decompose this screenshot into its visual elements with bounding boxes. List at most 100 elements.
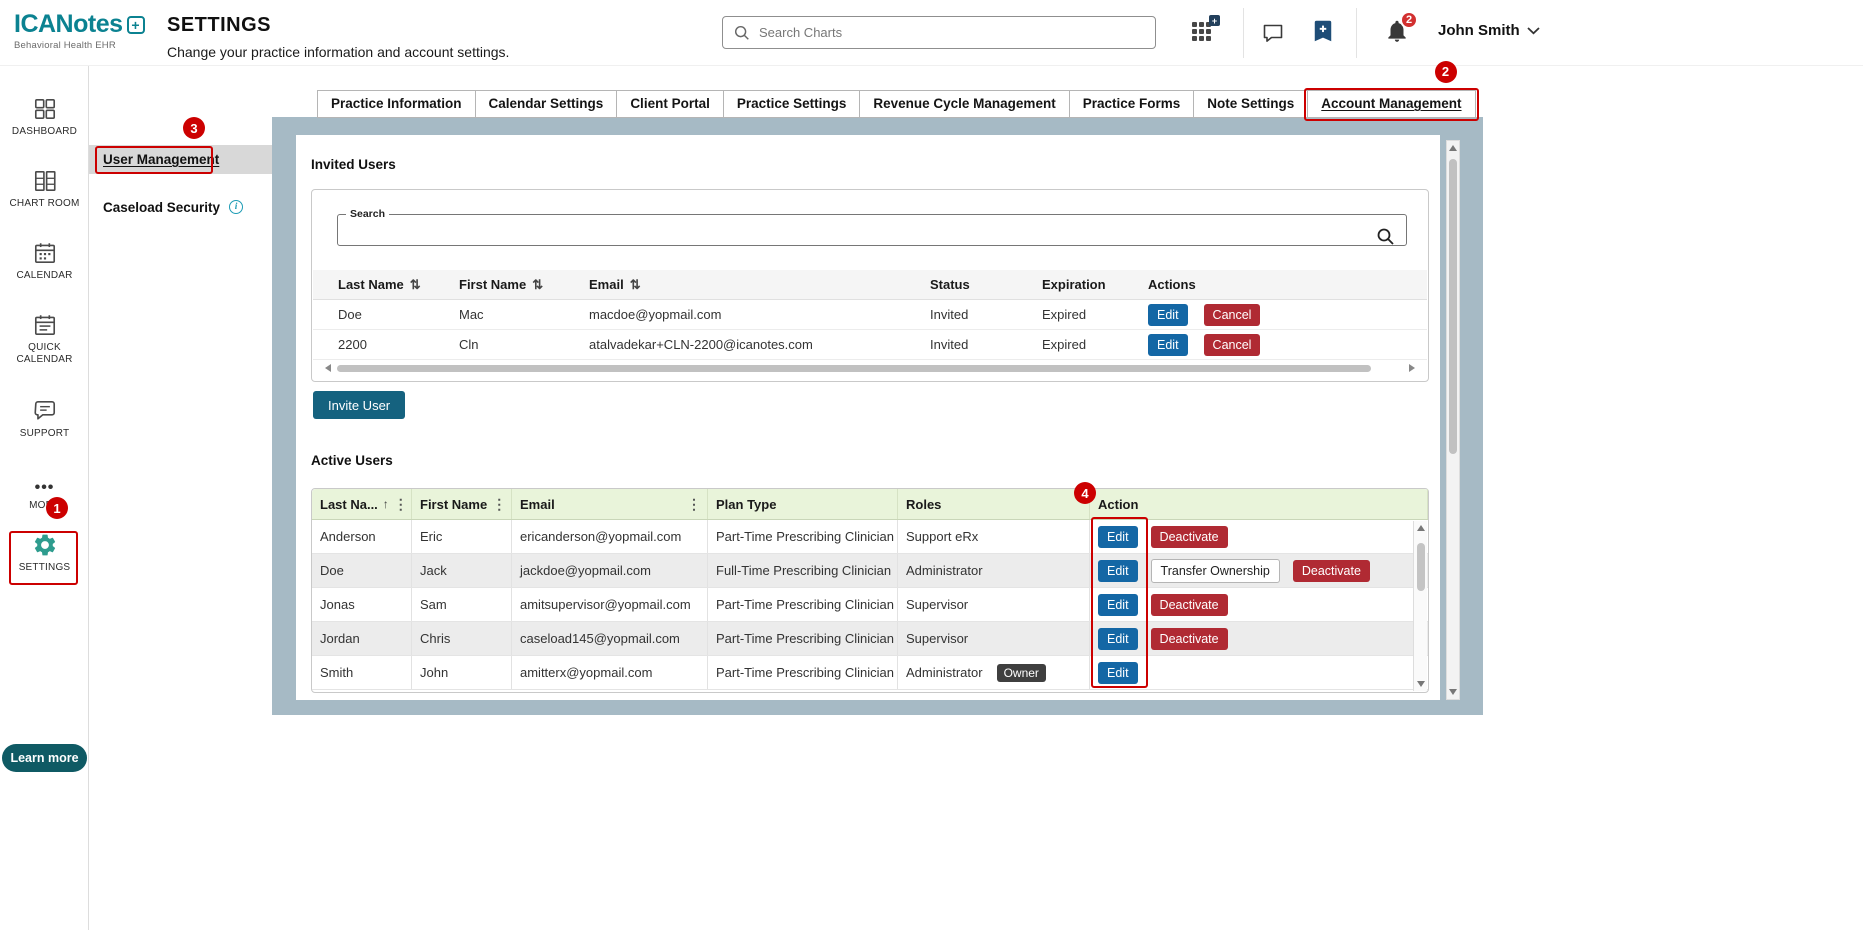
tab-note-settings[interactable]: Note Settings <box>1194 90 1309 118</box>
scroll-down-arrow[interactable] <box>1416 681 1425 687</box>
col-first-name: First Name <box>420 496 488 512</box>
transfer-ownership-button[interactable]: Transfer Ownership <box>1150 558 1280 583</box>
icanotes-logo[interactable]: ICANotes + Behavioral Health EHR <box>14 10 145 51</box>
deactivate-button[interactable]: Deactivate <box>1150 525 1228 548</box>
scroll-up-arrow[interactable] <box>1449 145 1457 151</box>
cell-first-name: Eric <box>412 520 512 553</box>
apps-grid-icon[interactable]: + <box>1192 15 1220 42</box>
calendar-icon <box>34 243 55 264</box>
scroll-down-arrow[interactable] <box>1449 689 1457 695</box>
edit-button[interactable]: Edit <box>1098 593 1138 616</box>
tab-practice-settings[interactable]: Practice Settings <box>723 90 861 118</box>
invited-user-row: 2200 Cln atalvadekar+CLN-2200@icanotes.c… <box>313 330 1427 360</box>
tab-account-management[interactable]: Account Management 2 <box>1304 61 1479 121</box>
notifications-bell-icon[interactable]: 2 <box>1384 11 1418 44</box>
col-last-name: Last Name <box>338 277 404 292</box>
scroll-up-arrow[interactable] <box>1416 525 1425 531</box>
sidebar-item-settings[interactable]: SETTINGS <box>0 532 89 574</box>
logo-subtitle: Behavioral Health EHR <box>14 40 116 51</box>
top-header: ICANotes + Behavioral Health EHR SETTING… <box>0 0 1863 66</box>
cell-last-name: Jordan <box>312 622 412 655</box>
invited-users-table: Last Name ⇅ First Name ⇅ Email ⇅ Status Exp… <box>313 270 1427 360</box>
cancel-button[interactable]: Cancel <box>1203 333 1261 356</box>
invited-users-title: Invited Users <box>311 157 396 172</box>
deactivate-button[interactable]: Deactivate <box>1150 627 1228 650</box>
scroll-right-arrow[interactable] <box>1409 364 1415 372</box>
cell-first-name: Jack <box>412 554 512 587</box>
cell-email: macdoe@yopmail.com <box>589 307 722 322</box>
vertical-scroll-thumb[interactable] <box>1416 543 1425 591</box>
cancel-button[interactable]: Cancel <box>1203 303 1261 326</box>
invited-users-card: Search Last Name ⇅ First Name ⇅ Email ⇅ Sta… <box>311 189 1429 382</box>
cell-action: Edit <box>1090 656 1428 689</box>
dashboard-icon <box>34 98 55 120</box>
search-icon[interactable] <box>1376 227 1396 247</box>
cell-plan-type: Part-Time Prescribing Clinician <box>708 622 898 655</box>
sidebar-item-chart-room[interactable]: CHART ROOM <box>0 168 89 210</box>
tab-calendar-settings[interactable]: Calendar Settings <box>475 90 618 118</box>
info-icon[interactable]: i <box>229 200 244 214</box>
sidebar-label: CALENDAR <box>16 270 73 281</box>
search-charts-input[interactable] <box>759 25 1145 40</box>
cell-expiration: Expired <box>1042 307 1087 322</box>
sidebar-item-dashboard[interactable]: DASHBOARD <box>0 96 89 138</box>
horizontal-scroll-thumb[interactable] <box>337 364 1372 372</box>
cell-expiration: Expired <box>1042 337 1087 352</box>
add-chart-icon[interactable] <box>1310 18 1336 44</box>
invite-user-button[interactable]: Invite User <box>313 391 406 419</box>
deactivate-button[interactable]: Deactivate <box>1292 559 1370 582</box>
sort-icon[interactable]: ⇅ <box>630 277 641 293</box>
cell-action: Edit Deactivate <box>1090 622 1428 655</box>
edit-button[interactable]: Edit <box>1098 627 1138 650</box>
sidebar-item-support[interactable]: SUPPORT <box>0 398 89 440</box>
subnav-item-caseload-security[interactable]: Caseload Security i <box>89 193 272 221</box>
sidebar-item-quick-calendar[interactable]: QUICK CALENDAR <box>0 312 89 366</box>
cell-last-name: Jonas <box>312 588 412 621</box>
sort-asc-icon[interactable]: ↑ <box>383 497 389 511</box>
column-menu-icon[interactable]: ⋮ <box>394 496 408 513</box>
tab-practice-forms[interactable]: Practice Forms <box>1069 90 1195 118</box>
user-name: John Smith <box>1438 22 1520 39</box>
edit-button[interactable]: Edit <box>1148 303 1188 326</box>
logo-text: ICANotes <box>14 10 123 38</box>
scroll-left-arrow[interactable] <box>325 364 331 372</box>
invited-table-header: Last Name ⇅ First Name ⇅ Email ⇅ Status Exp… <box>313 270 1427 300</box>
user-menu[interactable]: John Smith <box>1438 22 1540 39</box>
column-menu-icon[interactable]: ⋮ <box>492 496 506 513</box>
search-icon <box>734 25 749 40</box>
sort-icon[interactable]: ⇅ <box>532 277 543 293</box>
horizontal-scrollbar <box>313 360 1427 376</box>
cell-action: Edit Transfer Ownership Deactivate <box>1090 554 1428 587</box>
tab-client-portal[interactable]: Client Portal <box>617 90 724 118</box>
sort-icon[interactable]: ⇅ <box>410 277 421 293</box>
search-legend: Search <box>350 208 386 220</box>
column-menu-icon[interactable]: ⋮ <box>687 496 701 513</box>
edit-button[interactable]: Edit <box>1098 525 1138 548</box>
panel-scrollbar <box>1446 140 1460 700</box>
subnav-item-user-management[interactable]: User Management <box>89 145 272 174</box>
sidebar-label: QUICK CALENDAR <box>16 342 73 365</box>
page-title: SETTINGS <box>167 14 272 36</box>
cell-last-name: Doe <box>312 554 412 587</box>
tab-revenue-cycle-management[interactable]: Revenue Cycle Management <box>860 90 1070 118</box>
chart-room-icon <box>34 170 56 192</box>
app-root: ICANotes + Behavioral Health EHR SETTING… <box>0 0 1863 930</box>
sidebar: DASHBOARD CHART ROOM CALENDAR QUICK CALE… <box>0 66 89 930</box>
deactivate-button[interactable]: Deactivate <box>1150 593 1228 616</box>
active-user-row: Jonas Sam amitsupervisor@yopmail.com Par… <box>312 588 1428 622</box>
learn-more-button[interactable]: Learn more <box>2 744 87 772</box>
cell-plan-type: Full-Time Prescribing Clinician <box>708 554 898 587</box>
sidebar-item-more[interactable]: ••• MORE <box>0 480 89 512</box>
quick-calendar-icon <box>34 315 55 336</box>
invited-search-input[interactable] <box>346 222 1364 243</box>
tab-practice-information[interactable]: Practice Information <box>317 90 476 118</box>
edit-button[interactable]: Edit <box>1098 559 1138 582</box>
sidebar-item-calendar[interactable]: CALENDAR <box>0 240 89 282</box>
edit-button[interactable]: Edit <box>1148 333 1188 356</box>
col-email: Email <box>589 277 624 292</box>
settings-subnav: User Management 3 Caseload Security i <box>89 66 272 715</box>
col-last-name: Last Na... <box>320 496 378 512</box>
edit-button[interactable]: Edit <box>1098 661 1138 684</box>
panel-scroll-thumb[interactable] <box>1449 159 1457 454</box>
chat-icon[interactable] <box>1261 21 1285 45</box>
